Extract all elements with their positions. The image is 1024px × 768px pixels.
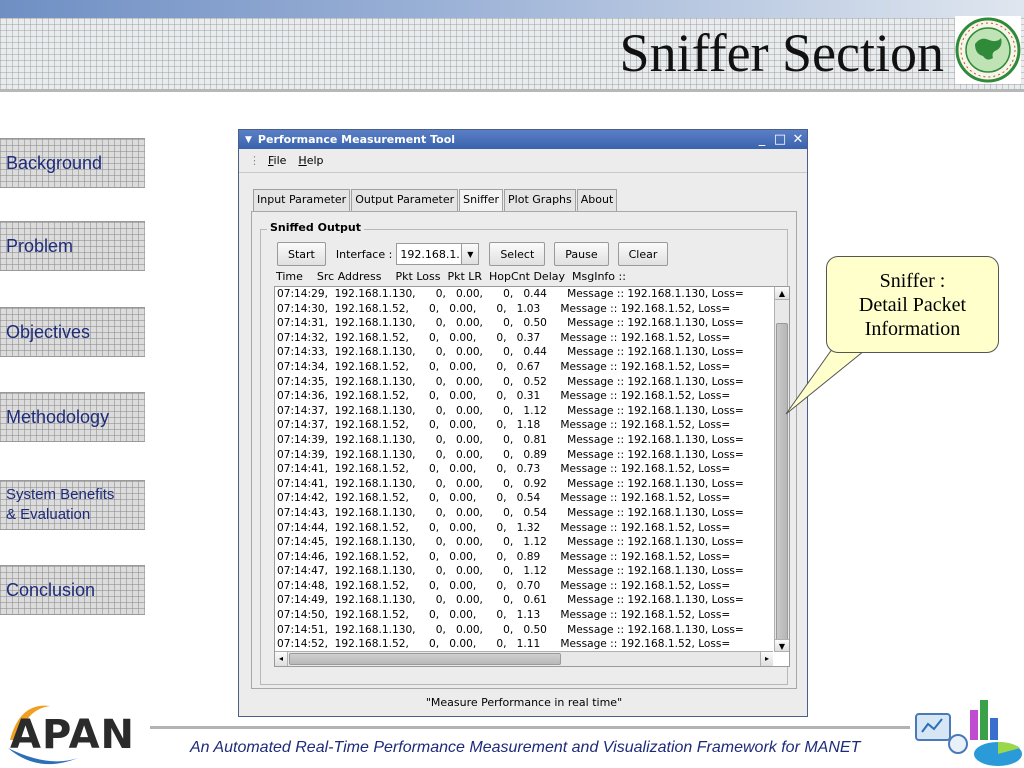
select-button[interactable]: Select bbox=[489, 242, 546, 266]
sniffer-callout: Sniffer : Detail Packet Information bbox=[826, 256, 999, 353]
list-item[interactable]: 07:14:43, 192.168.1.130, 0, 0.00, 0, 0.5… bbox=[277, 506, 772, 521]
nav-item-label: Conclusion bbox=[6, 580, 96, 600]
slide-title: Sniffer Section bbox=[619, 23, 944, 83]
callout-line: Detail Packet bbox=[858, 293, 967, 316]
nav-item-label: Background bbox=[6, 153, 103, 173]
list-item[interactable]: 07:14:32, 192.168.1.52, 0, 0.00, 0, 0.37… bbox=[277, 331, 772, 346]
footer-divider bbox=[150, 726, 910, 729]
institute-seal-icon bbox=[955, 16, 1021, 84]
list-item[interactable]: 07:14:44, 192.168.1.52, 0, 0.00, 0, 1.32… bbox=[277, 521, 772, 536]
menu-file[interactable]: File bbox=[268, 154, 286, 167]
tab-plot-graphs[interactable]: Plot Graphs bbox=[504, 189, 576, 211]
list-item[interactable]: 07:14:45, 192.168.1.130, 0, 0.00, 0, 1.1… bbox=[277, 535, 772, 550]
footer-caption: An Automated Real-Time Performance Measu… bbox=[190, 739, 861, 756]
menu-help[interactable]: Help bbox=[298, 154, 323, 167]
horizontal-scrollbar[interactable]: ◂ ▸ bbox=[275, 651, 773, 666]
tab-about[interactable]: About bbox=[576, 189, 618, 211]
list-item[interactable]: 07:14:41, 192.168.1.52, 0, 0.00, 0, 0.73… bbox=[277, 462, 772, 477]
minimize-icon[interactable]: _ bbox=[753, 132, 771, 147]
close-icon[interactable]: ✕ bbox=[789, 132, 807, 147]
dropdown-arrow-icon[interactable]: ▼ bbox=[461, 244, 479, 264]
callout-line: Sniffer : bbox=[879, 269, 946, 292]
list-item[interactable]: 07:14:36, 192.168.1.52, 0, 0.00, 0, 0.31… bbox=[277, 389, 772, 404]
list-item[interactable]: 07:14:29, 192.168.1.130, 0, 0.00, 0, 0.4… bbox=[277, 287, 772, 302]
scroll-down-icon[interactable]: ▼ bbox=[775, 639, 789, 652]
nav-item-background[interactable]: Background bbox=[0, 138, 145, 188]
tab-sniffer[interactable]: Sniffer bbox=[459, 189, 504, 212]
tab-bar: Input Parameter Output Parameter Sniffer… bbox=[253, 189, 618, 212]
nav-item-conclusion[interactable]: Conclusion bbox=[0, 565, 145, 615]
interface-select[interactable]: 192.168.1.15 ▼ bbox=[396, 243, 480, 265]
tab-input-parameter[interactable]: Input Parameter bbox=[253, 189, 351, 211]
maximize-icon[interactable]: □ bbox=[771, 132, 789, 147]
nav-item-label: System Benefits & Evaluation bbox=[6, 486, 115, 523]
nav-item-label: Methodology bbox=[6, 407, 110, 427]
status-text: "Measure Performance in real time" bbox=[425, 696, 623, 709]
list-item[interactable]: 07:14:41, 192.168.1.130, 0, 0.00, 0, 0.9… bbox=[277, 477, 772, 492]
column-header: Time Src Address Pkt Loss Pkt LR HopCnt … bbox=[276, 270, 626, 283]
sniffer-tab-panel: Sniffed Output Start Interface : 192.168… bbox=[251, 211, 797, 689]
list-item[interactable]: 07:14:33, 192.168.1.130, 0, 0.00, 0, 0.4… bbox=[277, 345, 772, 360]
list-item[interactable]: 07:14:39, 192.168.1.130, 0, 0.00, 0, 0.8… bbox=[277, 433, 772, 448]
list-item[interactable]: 07:14:34, 192.168.1.52, 0, 0.00, 0, 0.67… bbox=[277, 360, 772, 375]
scroll-up-icon[interactable]: ▲ bbox=[775, 287, 789, 300]
group-label: Sniffed Output bbox=[267, 221, 365, 234]
chevron-down-icon[interactable]: ▼ bbox=[245, 135, 252, 145]
list-item[interactable]: 07:14:37, 192.168.1.52, 0, 0.00, 0, 1.18… bbox=[277, 418, 772, 433]
scroll-right-icon[interactable]: ▸ bbox=[760, 652, 773, 666]
list-item[interactable]: 07:14:31, 192.168.1.130, 0, 0.00, 0, 0.5… bbox=[277, 316, 772, 331]
menu-grip-icon: ⋮ bbox=[249, 154, 260, 167]
clear-button[interactable]: Clear bbox=[617, 242, 669, 266]
list-item[interactable]: 07:14:48, 192.168.1.52, 0, 0.00, 0, 0.70… bbox=[277, 579, 772, 594]
list-item[interactable]: 07:14:49, 192.168.1.130, 0, 0.00, 0, 0.6… bbox=[277, 593, 772, 608]
start-button[interactable]: Start bbox=[277, 242, 326, 266]
menu-bar: ⋮ File Help bbox=[239, 149, 807, 173]
list-rows: 07:14:29, 192.168.1.130, 0, 0.00, 0, 0.4… bbox=[275, 287, 772, 652]
nav-item-problem[interactable]: Problem bbox=[0, 221, 145, 271]
nav-item-label: Problem bbox=[6, 236, 74, 256]
control-row: Start Interface : 192.168.1.15 ▼ Select … bbox=[277, 242, 669, 266]
pause-button[interactable]: Pause bbox=[554, 242, 609, 266]
list-item[interactable]: 07:14:50, 192.168.1.52, 0, 0.00, 0, 1.13… bbox=[277, 608, 772, 623]
list-item[interactable]: 07:14:47, 192.168.1.130, 0, 0.00, 0, 1.1… bbox=[277, 564, 772, 579]
list-item[interactable]: 07:14:37, 192.168.1.130, 0, 0.00, 0, 1.1… bbox=[277, 404, 772, 419]
tab-output-parameter[interactable]: Output Parameter bbox=[351, 189, 459, 211]
horizontal-scroll-thumb[interactable] bbox=[289, 653, 561, 665]
list-item[interactable]: 07:14:46, 192.168.1.52, 0, 0.00, 0, 0.89… bbox=[277, 550, 772, 565]
sniffed-output-list[interactable]: 07:14:29, 192.168.1.130, 0, 0.00, 0, 0.4… bbox=[274, 286, 790, 667]
header-accent-strip bbox=[0, 0, 1024, 18]
network-chart-icon bbox=[915, 700, 1022, 766]
nav-item-methodology[interactable]: Methodology bbox=[0, 392, 145, 442]
nav-item-system-benefits[interactable]: System Benefits & Evaluation bbox=[0, 480, 145, 530]
performance-tool-window: ▼ Performance Measurement Tool _ □ ✕ ⋮ F… bbox=[238, 129, 808, 717]
nav-item-label: Objectives bbox=[6, 322, 91, 342]
apan-logo-text: APAN bbox=[10, 712, 136, 758]
list-item[interactable]: 07:14:30, 192.168.1.52, 0, 0.00, 0, 1.03… bbox=[277, 302, 772, 317]
list-item[interactable]: 07:14:52, 192.168.1.52, 0, 0.00, 0, 1.11… bbox=[277, 637, 772, 652]
window-titlebar[interactable]: ▼ Performance Measurement Tool _ □ ✕ bbox=[239, 130, 807, 149]
list-item[interactable]: 07:14:42, 192.168.1.52, 0, 0.00, 0, 0.54… bbox=[277, 491, 772, 506]
list-item[interactable]: 07:14:51, 192.168.1.130, 0, 0.00, 0, 0.5… bbox=[277, 623, 772, 638]
scroll-left-icon[interactable]: ◂ bbox=[275, 652, 288, 666]
list-item[interactable]: 07:14:35, 192.168.1.130, 0, 0.00, 0, 0.5… bbox=[277, 375, 772, 390]
list-item[interactable]: 07:14:39, 192.168.1.130, 0, 0.00, 0, 0.8… bbox=[277, 448, 772, 463]
interface-label: Interface : bbox=[335, 247, 393, 261]
nav-item-objectives[interactable]: Objectives bbox=[0, 307, 145, 357]
callout-line: Information bbox=[864, 317, 961, 340]
window-title: Performance Measurement Tool bbox=[257, 133, 456, 146]
